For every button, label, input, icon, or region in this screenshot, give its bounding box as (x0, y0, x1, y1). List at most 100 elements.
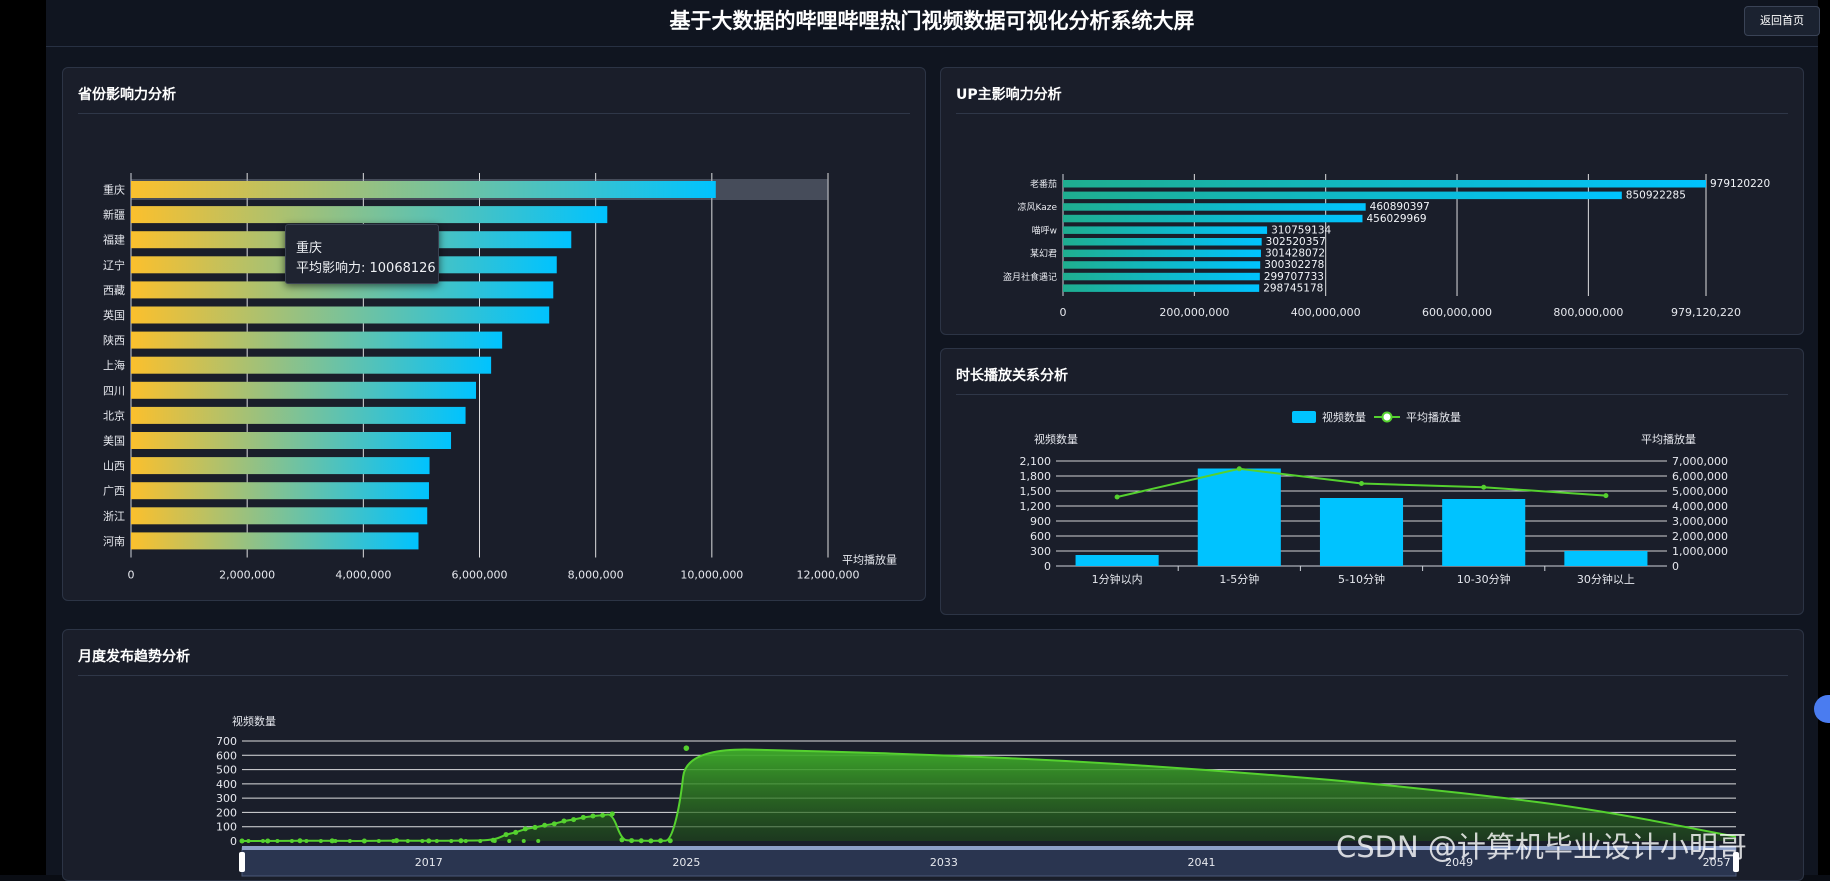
slider-tick-label: 2025 (672, 856, 700, 869)
line-point (297, 838, 303, 844)
line-point (333, 839, 338, 843)
y-tick-label-right: 7,000,000 (1672, 455, 1728, 468)
bar (131, 381, 477, 399)
bar (1063, 203, 1366, 211)
x-tick-label: 5-10分钟 (1338, 572, 1385, 586)
data-label: 302520357 (1266, 236, 1326, 248)
data-label: 850922285 (1626, 190, 1686, 202)
bar (1063, 191, 1622, 200)
bar (1063, 272, 1260, 281)
bar (1063, 261, 1261, 269)
line-point (391, 839, 396, 843)
data-label: 300302278 (1264, 259, 1324, 271)
y-axis-label: 视频数量 (1034, 432, 1078, 446)
line-point (542, 822, 548, 828)
line-point (683, 745, 690, 751)
y-tick-label: 浙江 (103, 510, 125, 523)
legend-swatch-bar (1292, 411, 1316, 423)
bar (1319, 498, 1404, 566)
bar (131, 206, 608, 224)
y-tick-label-right: 2,000,000 (1672, 530, 1728, 543)
y-tick-label: 广西 (103, 485, 125, 498)
x-axis-label: 平均播放量 (842, 553, 897, 567)
y-tick-label: 英国 (103, 308, 125, 322)
line-point (492, 839, 497, 843)
bar (131, 457, 430, 475)
line-point (458, 838, 464, 844)
x-tick-label: 200,000,000 (1159, 306, 1229, 319)
y-tick-label: 500 (216, 764, 237, 777)
up-panel: UP主影响力分析 0 200,000,000 400,000,000 600,000,… (940, 67, 1804, 335)
bar (131, 406, 466, 424)
line-point (362, 839, 367, 843)
right-black-strip (1818, 0, 1830, 875)
y-tick-label: 300 (1030, 545, 1051, 558)
line-point (239, 838, 245, 844)
line-point (347, 839, 352, 843)
bar (1197, 468, 1281, 566)
header: 基于大数据的哔哩哔哩热门视频数据可视化分析系统大屏 返回首页 (46, 0, 1820, 47)
line-point (571, 817, 577, 823)
y-axis-label: 视频数量 (232, 714, 276, 728)
data-label: 298745178 (1263, 282, 1323, 294)
bar (1063, 214, 1363, 223)
bar (1063, 180, 1706, 188)
y-tick-label-right: 5,000,000 (1672, 485, 1728, 498)
left-black-strip (0, 0, 46, 875)
y-tick-label: 1,200 (1020, 500, 1052, 513)
bar (1564, 551, 1648, 566)
line-point (478, 839, 483, 843)
y-tick-label: 2,100 (1020, 455, 1052, 468)
y-tick-label: 1,500 (1020, 485, 1052, 498)
dashboard: 基于大数据的哔哩哔哩热门视频数据可视化分析系统大屏 返回首页 省份影响力分析 0… (46, 0, 1820, 881)
line-point (600, 812, 606, 818)
legend-swatch-dot (1381, 411, 1393, 423)
x-tick-label: 979,120,220 (1671, 306, 1741, 319)
y-tick-label: 700 (216, 735, 237, 748)
x-tick-label: 8,000,000 (568, 569, 624, 582)
line-point (426, 838, 432, 844)
line-point (1481, 484, 1487, 490)
duration-panel: 时长播放关系分析 视频数量 平均播放量 视频数量 平均播放量 0 0 300 1,000,00… (940, 348, 1804, 615)
y-tick-label: 900 (1030, 515, 1051, 528)
x-tick-label: 30分钟以上 (1577, 572, 1635, 586)
y-tick-label: 山西 (103, 460, 125, 473)
line-point (590, 813, 596, 819)
line-point (536, 839, 541, 843)
line-point (449, 839, 454, 843)
bar (131, 507, 428, 525)
slider-tick-label: 2017 (415, 856, 443, 869)
tooltip-value: 平均影响力: 10068126 (296, 261, 436, 276)
data-label: 979120220 (1710, 178, 1770, 190)
y-tick-label: 0 (1044, 560, 1051, 573)
y-tick-label: 凉风Kaze (1017, 201, 1057, 213)
data-label: 460890397 (1370, 201, 1430, 213)
x-tick-label: 800,000,000 (1553, 306, 1623, 319)
y-tick-label: 四川 (103, 384, 125, 397)
y-tick-label: 100 (216, 821, 237, 834)
zoom-slider-handle-left (239, 852, 245, 872)
x-tick-label: 2,000,000 (219, 569, 275, 582)
y-tick-label-right: 0 (1672, 560, 1679, 573)
line-point (551, 821, 557, 827)
y-tick-label: 北京 (103, 408, 125, 422)
x-tick-label: 0 (1060, 306, 1067, 319)
y-tick-label-right: 3,000,000 (1672, 515, 1728, 528)
line-point (619, 837, 625, 843)
line-point (246, 839, 251, 843)
y-tick-label-right: 6,000,000 (1672, 470, 1728, 483)
y-tick-label: 喵呼w (1032, 225, 1057, 236)
line-point (522, 826, 528, 832)
line-point (1359, 481, 1364, 486)
y-tick-label: 0 (230, 835, 237, 848)
line-point (609, 811, 615, 817)
back-home-button[interactable]: 返回首页 (1744, 6, 1820, 36)
line-point (513, 829, 519, 835)
x-tick-label: 10-30分钟 (1457, 572, 1511, 586)
line-point (503, 832, 509, 838)
y-tick-label: 西藏 (103, 284, 125, 297)
up-chart: 0 200,000,000 400,000,000 600,000,000 800,00… (1003, 174, 1770, 319)
line-point (561, 818, 567, 824)
line-point (376, 839, 381, 843)
line-point (318, 839, 323, 843)
